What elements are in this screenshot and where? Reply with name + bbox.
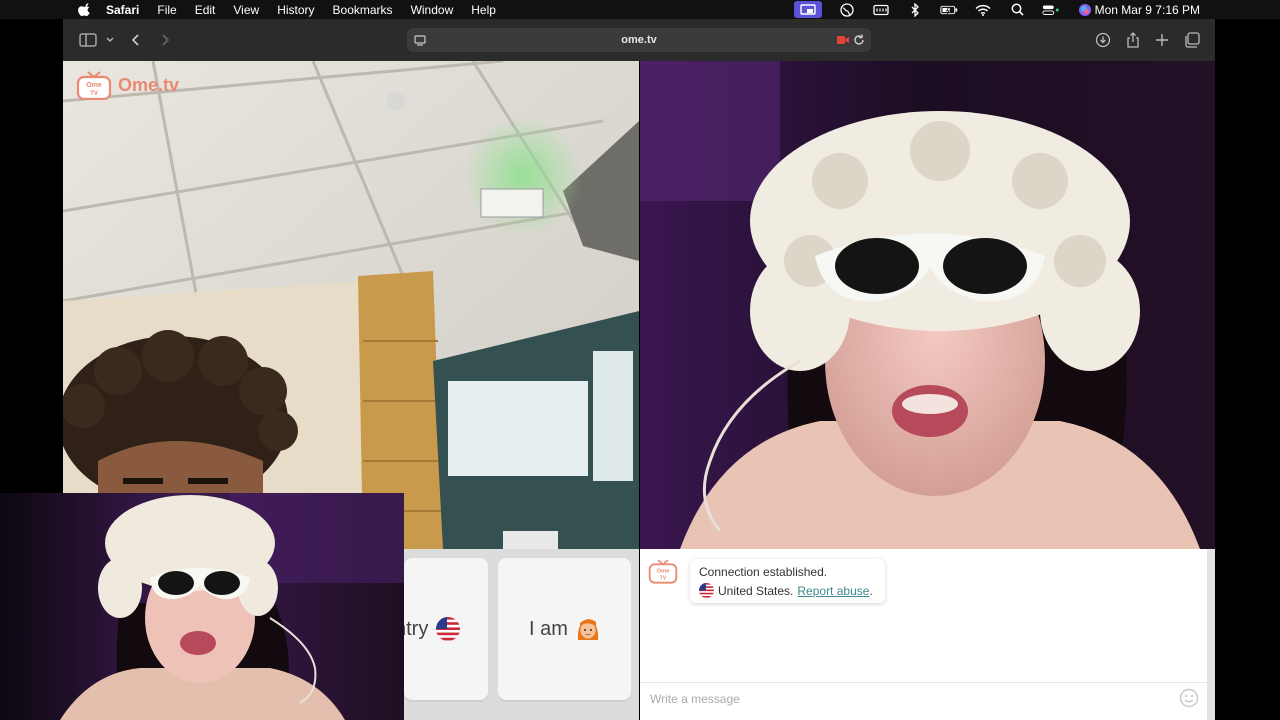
forward-icon[interactable] (156, 31, 174, 49)
back-icon[interactable] (127, 31, 145, 49)
emoji-picker-icon[interactable] (1179, 688, 1199, 708)
menu-window[interactable]: Window (411, 3, 454, 17)
browser-toolbar: ome.tv (63, 19, 1215, 61)
svg-text:TV: TV (90, 91, 98, 97)
message-bar (640, 682, 1207, 713)
control-center-icon[interactable] (1042, 4, 1060, 16)
menu-bookmarks[interactable]: Bookmarks (333, 3, 393, 17)
screen-share-status-icon[interactable] (794, 1, 822, 18)
gender-filter-button[interactable]: I am (498, 558, 631, 700)
new-tab-icon[interactable] (1153, 31, 1171, 49)
page-menu-icon[interactable] (413, 33, 427, 47)
globe-status-icon[interactable] (838, 2, 856, 17)
search-icon[interactable] (1008, 3, 1026, 16)
svg-text:Ome: Ome (657, 569, 671, 575)
menu-view[interactable]: View (233, 3, 259, 17)
system-message: Connection established. United States. R… (690, 559, 885, 603)
menu-safari[interactable]: Safari (106, 3, 139, 17)
address-bar[interactable]: ome.tv (407, 28, 871, 52)
apple-icon[interactable] (78, 2, 92, 17)
menu-edit[interactable]: Edit (195, 3, 216, 17)
camera-recording-icon[interactable] (837, 35, 849, 45)
ometv-logo[interactable]: Ome TV Ome.tv (76, 69, 179, 101)
wifi-icon[interactable] (974, 4, 992, 16)
sidebar-toggle-icon[interactable] (79, 31, 97, 49)
chevron-down-icon[interactable] (101, 31, 119, 49)
connection-status-text: Connection established. (699, 565, 828, 579)
bluetooth-icon[interactable] (906, 2, 924, 17)
menubar-clock[interactable]: Mon Mar 9 7:16 PM (1095, 3, 1200, 17)
url-text[interactable]: ome.tv (621, 34, 656, 46)
menu-file[interactable]: File (157, 3, 176, 17)
menu-history[interactable]: History (277, 3, 314, 17)
ometv-logo-icon: Ome TV (76, 71, 112, 100)
reload-icon[interactable] (852, 33, 866, 47)
us-flag-icon (436, 617, 461, 641)
siri-icon[interactable] (1076, 3, 1094, 16)
chat-panel: Ome TV Connection established. United St… (640, 549, 1215, 720)
partner-country-text: United States. (718, 583, 794, 598)
gender-filter-label: I am (529, 617, 568, 640)
country-filter-label: ntry (404, 617, 429, 640)
menu-help[interactable]: Help (471, 3, 496, 17)
menu-bar: Safari File Edit View History Bookmarks … (0, 0, 1280, 19)
self-video-preview (0, 493, 404, 720)
country-filter-button[interactable]: ntry (404, 558, 488, 700)
chat-scrollbar-track[interactable] (1207, 549, 1215, 720)
report-abuse-link[interactable]: Report abuse (797, 584, 869, 598)
svg-text:Ome: Ome (86, 82, 102, 89)
us-flag-icon (699, 583, 714, 598)
message-input[interactable] (648, 689, 1152, 709)
share-icon[interactable] (1124, 31, 1142, 49)
partner-country-line: United States. Report abuse. (699, 583, 873, 598)
battery-icon[interactable] (940, 4, 958, 16)
woman-emoji-icon (576, 616, 600, 642)
logo-text: Ome.tv (118, 74, 180, 95)
partner-video (63, 61, 639, 549)
tab-overview-icon[interactable] (1183, 31, 1201, 49)
svg-text:TV: TV (660, 575, 667, 581)
keyboard-status-icon[interactable] (872, 4, 890, 16)
download-icon[interactable] (1094, 31, 1112, 49)
ometv-bot-avatar: Ome TV (648, 558, 678, 584)
report-suffix: . (869, 583, 873, 598)
stranger-video (640, 61, 1215, 549)
